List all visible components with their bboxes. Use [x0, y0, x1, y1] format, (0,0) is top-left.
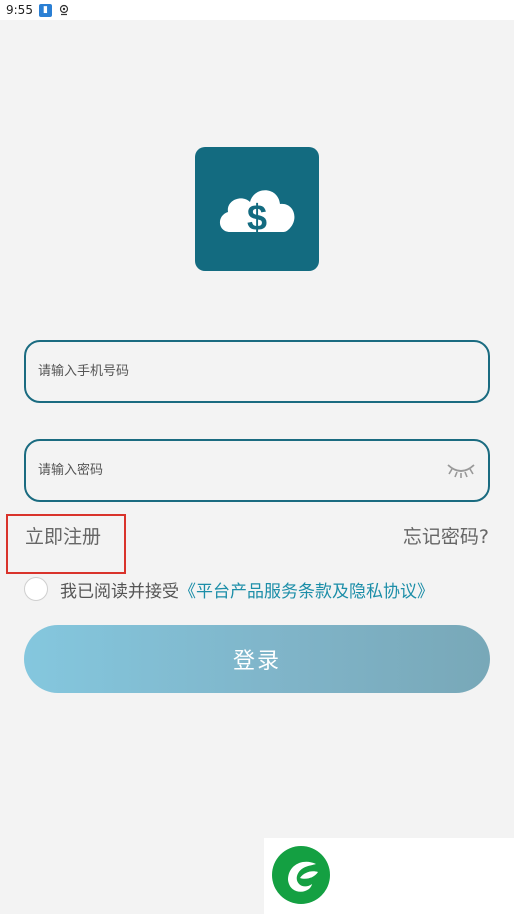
eye-closed-icon[interactable] — [446, 459, 476, 481]
phone-input[interactable] — [26, 363, 440, 380]
cloud-dollar-icon: $ — [219, 190, 295, 238]
status-time: 9:55 — [6, 3, 33, 17]
terms-link[interactable]: 《平台产品服务条款及隐私协议》 — [179, 577, 434, 602]
agreement-text: 我已阅读并接受 — [60, 581, 179, 602]
register-link[interactable]: 立即注册 — [25, 522, 101, 549]
footer-logo-card — [264, 838, 514, 914]
phone-field-box[interactable] — [24, 340, 490, 403]
agreement-row: 我已阅读并接受 《平台产品服务条款及隐私协议》 — [24, 576, 434, 602]
status-bar: 9:55 ▮ — [0, 0, 514, 20]
app-notification-icon: ▮ — [38, 3, 52, 17]
login-button[interactable]: 登录 — [24, 625, 490, 693]
password-input[interactable] — [26, 462, 440, 479]
forgot-password-link[interactable]: 忘记密码? — [403, 522, 489, 549]
agreement-checkbox[interactable] — [24, 577, 48, 601]
green-leaf-logo-icon — [272, 846, 330, 904]
app-logo: $ — [195, 147, 319, 271]
svg-text:$: $ — [247, 197, 267, 238]
password-field-box[interactable] — [24, 439, 490, 502]
location-icon — [58, 4, 71, 17]
